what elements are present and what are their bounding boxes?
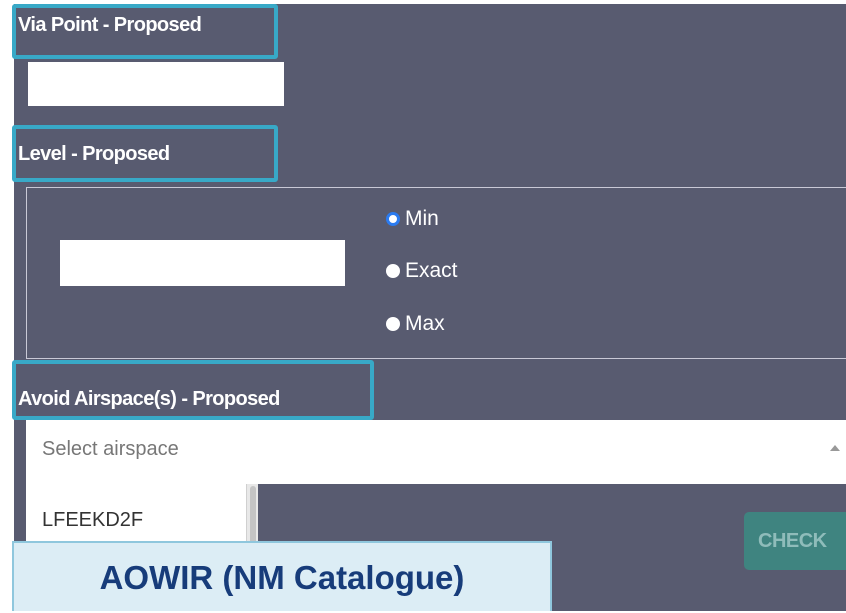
level-label-highlight: Level - Proposed — [12, 125, 278, 182]
avoid-airspace-label: Avoid Airspace(s) - Proposed — [18, 388, 280, 410]
airspace-option[interactable]: LFEEKD2F — [42, 509, 143, 532]
radio-icon[interactable] — [386, 264, 400, 278]
airspace-select-placeholder: Select airspace — [42, 438, 179, 460]
airspace-select[interactable]: Select airspace — [26, 420, 846, 484]
via-point-label: Via Point - Proposed — [18, 14, 202, 36]
level-option-exact-label: Exact — [405, 259, 458, 282]
level-option-min[interactable]: Min — [386, 206, 439, 232]
chevron-up-icon[interactable] — [830, 445, 840, 451]
via-point-label-highlight: Via Point - Proposed — [12, 4, 278, 59]
catalogue-banner: AOWIR (NM Catalogue) — [12, 541, 552, 611]
via-point-input[interactable] — [28, 62, 284, 106]
avoid-airspace-label-highlight: Avoid Airspace(s) - Proposed — [12, 360, 374, 420]
level-option-exact[interactable]: Exact — [386, 258, 458, 284]
dropdown-scrollbar-thumb[interactable] — [250, 486, 256, 546]
check-button[interactable]: CHECK — [744, 512, 846, 570]
level-option-max[interactable]: Max — [386, 311, 445, 337]
level-label: Level - Proposed — [18, 143, 170, 165]
level-option-max-label: Max — [405, 312, 445, 335]
radio-icon[interactable] — [386, 317, 400, 331]
level-option-min-label: Min — [405, 207, 439, 230]
radio-selected-icon[interactable] — [386, 212, 400, 226]
level-input[interactable] — [60, 240, 345, 286]
